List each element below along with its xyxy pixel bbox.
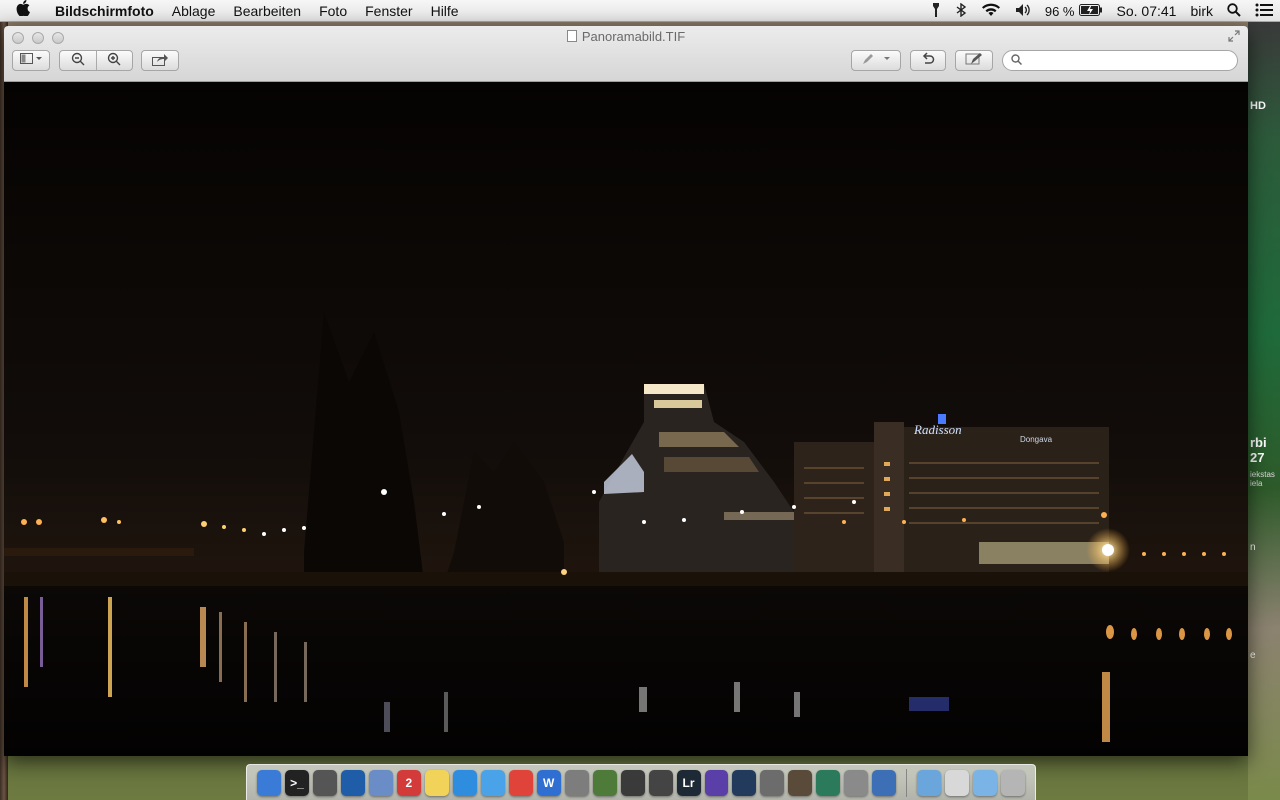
lightroom-icon[interactable]: Lr [676, 769, 701, 796]
camera-icon[interactable] [564, 769, 589, 796]
fullscreen-icon[interactable] [1228, 30, 1240, 45]
screenshot-tool-icon[interactable] [760, 769, 785, 796]
aperture-icon[interactable] [704, 769, 729, 796]
photo-app-icon[interactable] [816, 769, 841, 796]
rotate-button[interactable] [910, 50, 946, 71]
wifi-icon[interactable] [974, 3, 1008, 20]
search-field[interactable] [1002, 50, 1238, 71]
zoom-in-button[interactable] [97, 51, 132, 70]
apple-icon[interactable] [0, 0, 46, 21]
dock: >_ 2 W Lr [246, 764, 1036, 800]
menu-ablage[interactable]: Ablage [163, 3, 225, 19]
zoom-out-icon [71, 52, 85, 69]
battery-percent: 96 % [1044, 3, 1075, 19]
activity-monitor-icon[interactable] [312, 769, 337, 796]
search-icon [1011, 53, 1023, 68]
info-icon[interactable] [732, 769, 757, 796]
flashlight-icon[interactable] [924, 2, 948, 20]
chrome-icon[interactable] [508, 769, 533, 796]
network-icon[interactable] [340, 769, 365, 796]
trash-icon[interactable] [1001, 769, 1026, 796]
document-icon[interactable] [566, 30, 577, 42]
hotel-sign-text: Radisson [913, 422, 962, 437]
preview-window: Panoramabild.TIF Radisson Dongava [4, 26, 1248, 756]
downloads-folder-icon[interactable] [973, 769, 998, 796]
photo-booth-icon[interactable] [592, 769, 617, 796]
zoom-button-group [59, 50, 133, 71]
share-icon [152, 53, 168, 69]
photo-viewer-icon[interactable] [872, 769, 897, 796]
panorama-image: Radisson Dongava [4, 82, 1248, 756]
finder-icon[interactable] [257, 769, 281, 796]
preview-icon[interactable] [368, 769, 393, 796]
image-capture-icon[interactable] [620, 769, 645, 796]
zoom-out-button[interactable] [60, 51, 96, 70]
window-title-text: Panoramabild.TIF [581, 29, 686, 44]
zoom-in-icon [107, 52, 121, 69]
home-folder-icon[interactable] [945, 769, 970, 796]
menu-bar: Bildschirmfoto Ablage Bearbeiten Foto Fe… [0, 0, 1280, 22]
river [4, 586, 1248, 756]
window-toolbar: Panoramabild.TIF [4, 26, 1248, 82]
background-side-letter: n [1250, 542, 1256, 553]
battery-status[interactable]: 96 % [1038, 3, 1110, 19]
migration-icon[interactable] [844, 769, 869, 796]
menu-hilfe[interactable]: Hilfe [422, 3, 468, 19]
menu-bearbeiten[interactable]: Bearbeiten [224, 3, 310, 19]
iphoto-icon[interactable] [788, 769, 813, 796]
menu-fenster[interactable]: Fenster [356, 3, 421, 19]
background-hd-label: HD [1250, 100, 1266, 112]
volume-icon[interactable] [1008, 3, 1038, 20]
building-sign-text: Dongava [1020, 435, 1053, 444]
spotlight-search-icon[interactable] [1220, 2, 1248, 20]
background-window-strip [1248, 22, 1280, 800]
word-icon[interactable]: W [536, 769, 561, 796]
battery-icon [1078, 3, 1103, 19]
sidebar-icon [20, 53, 42, 68]
terminal-icon[interactable]: >_ [284, 769, 309, 796]
applications-folder-icon[interactable] [917, 769, 942, 796]
sidebar-view-button[interactable] [12, 50, 50, 71]
background-poster-text: rbi 27 [1250, 435, 1267, 465]
notes-icon[interactable] [424, 769, 449, 796]
nikon-icon[interactable] [648, 769, 673, 796]
user-name[interactable]: birk [1183, 3, 1220, 19]
embankment [4, 572, 1248, 586]
pen-icon [861, 53, 891, 68]
calendar-icon[interactable]: 2 [396, 769, 421, 796]
notification-center-icon[interactable] [1248, 3, 1280, 20]
window-title: Panoramabild.TIF [4, 29, 1248, 44]
edit-toolbar-button[interactable] [955, 50, 993, 71]
edit-toolbar-icon [965, 52, 983, 69]
share-button[interactable] [141, 50, 179, 71]
clock[interactable]: So. 07:41 [1110, 3, 1184, 19]
background-side-letter: e [1250, 650, 1256, 661]
menu-app-name[interactable]: Bildschirmfoto [46, 3, 163, 19]
itunes-icon[interactable] [452, 769, 477, 796]
safari-icon[interactable] [480, 769, 505, 796]
dock-separator [906, 768, 908, 797]
rotate-icon [921, 52, 935, 69]
search-input[interactable] [1026, 53, 1237, 68]
bridge [4, 548, 194, 556]
markup-button[interactable] [851, 50, 901, 71]
background-poster-subtext: iekstas iela [1250, 470, 1275, 488]
status-area: 96 % So. 07:41 birk [924, 0, 1280, 22]
bluetooth-icon[interactable] [948, 2, 974, 20]
menu-foto[interactable]: Foto [310, 3, 356, 19]
